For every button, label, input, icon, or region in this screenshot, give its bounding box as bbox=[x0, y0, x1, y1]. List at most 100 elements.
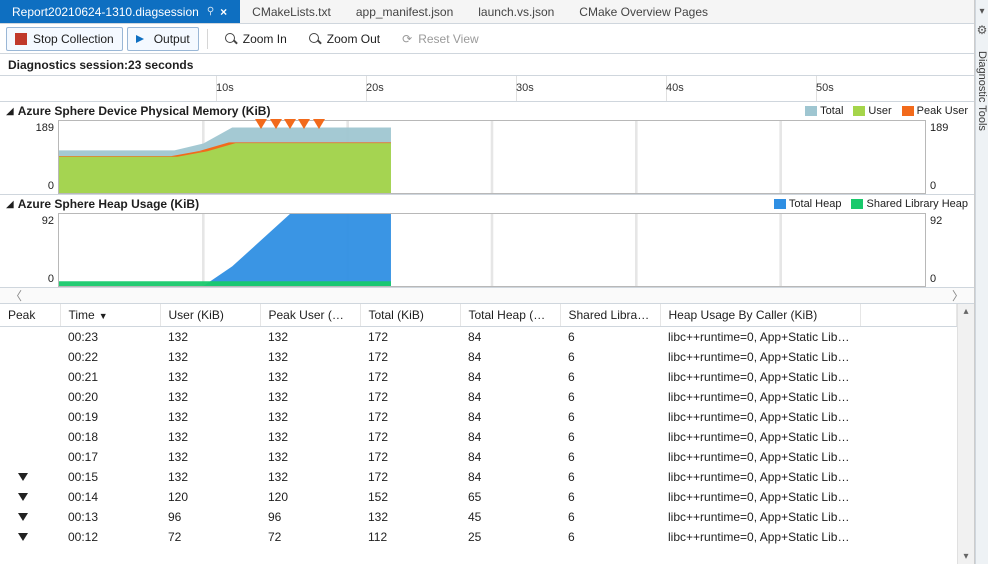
tab-label: app_manifest.json bbox=[356, 5, 453, 19]
rail-dropdown-icon[interactable]: ▾ bbox=[979, 6, 984, 17]
table-row[interactable]: 00:21132132172846libc++runtime=0, App+St… bbox=[0, 367, 957, 387]
cell-caller: libc++runtime=0, App+Static Librar… bbox=[660, 347, 860, 367]
cell-user: 96 bbox=[160, 507, 260, 527]
pin-icon[interactable]: ⚲ bbox=[207, 6, 214, 17]
zoom-out-label: Zoom Out bbox=[327, 32, 380, 46]
column-header-peak[interactable]: Peak bbox=[0, 304, 60, 327]
cell-shared: 6 bbox=[560, 387, 660, 407]
table-row[interactable]: 00:17132132172846libc++runtime=0, App+St… bbox=[0, 447, 957, 467]
reset-view-button[interactable]: ⟳ Reset View bbox=[393, 27, 488, 51]
peak-marker-icon bbox=[18, 493, 28, 501]
column-header-total_heap[interactable]: Total Heap (KiB) bbox=[460, 304, 560, 327]
output-button[interactable]: Output bbox=[127, 27, 199, 51]
cell-user: 132 bbox=[160, 367, 260, 387]
heap-chart-plot[interactable] bbox=[58, 213, 926, 287]
cell-total: 172 bbox=[360, 347, 460, 367]
cell-caller: libc++runtime=0, App+Static Librar… bbox=[660, 367, 860, 387]
timeline-tick: 50s bbox=[816, 82, 834, 94]
cell-peak bbox=[0, 427, 60, 447]
cell-total_heap: 25 bbox=[460, 527, 560, 547]
table-row[interactable]: 00:22132132172846libc++runtime=0, App+St… bbox=[0, 347, 957, 367]
cell-peak bbox=[0, 507, 60, 527]
cell-total: 172 bbox=[360, 467, 460, 487]
cell-user: 132 bbox=[160, 347, 260, 367]
cell-shared: 6 bbox=[560, 527, 660, 547]
cell-total: 132 bbox=[360, 507, 460, 527]
cell-peak bbox=[0, 327, 60, 348]
document-tab[interactable]: launch.vs.json bbox=[466, 0, 567, 23]
table-row[interactable]: 00:127272112256libc++runtime=0, App+Stat… bbox=[0, 527, 957, 547]
cell-time: 00:14 bbox=[60, 487, 160, 507]
cell-shared: 6 bbox=[560, 427, 660, 447]
legend-label: Peak User bbox=[917, 105, 968, 117]
cell-time: 00:18 bbox=[60, 427, 160, 447]
event-marker-icon[interactable] bbox=[313, 119, 325, 129]
table-row[interactable]: 00:15132132172846libc++runtime=0, App+St… bbox=[0, 467, 957, 487]
cell-time: 00:17 bbox=[60, 447, 160, 467]
timeline-ruler[interactable]: 10s20s30s40s50s bbox=[0, 76, 974, 102]
cell-total: 172 bbox=[360, 427, 460, 447]
event-marker-icon[interactable] bbox=[298, 119, 310, 129]
legend-item: User bbox=[853, 105, 891, 117]
column-header-shared[interactable]: Shared Library… bbox=[560, 304, 660, 327]
zoom-out-button[interactable]: Zoom Out bbox=[300, 27, 389, 51]
cell-time: 00:13 bbox=[60, 507, 160, 527]
status-prefix: Diagnostics session: bbox=[8, 58, 128, 72]
scroll-right-icon[interactable]: 〉 bbox=[952, 287, 964, 304]
event-marker-icon[interactable] bbox=[255, 119, 267, 129]
legend-item: Total bbox=[805, 105, 843, 117]
cell-total: 172 bbox=[360, 327, 460, 348]
document-tab[interactable]: CMake Overview Pages bbox=[567, 0, 721, 23]
event-marker-icon[interactable] bbox=[284, 119, 296, 129]
cell-caller: libc++runtime=0, App+Static Librar… bbox=[660, 487, 860, 507]
table-row[interactable]: 00:23132132172846libc++runtime=0, App+St… bbox=[0, 327, 957, 348]
stop-collection-button[interactable]: Stop Collection bbox=[6, 27, 123, 51]
document-tab[interactable]: Report20210624-1310.diagsession⚲× bbox=[0, 0, 240, 23]
cell-peak_user: 132 bbox=[260, 387, 360, 407]
document-tab[interactable]: app_manifest.json bbox=[344, 0, 466, 23]
timeline-tick: 40s bbox=[666, 82, 684, 94]
column-header-user[interactable]: User (KiB) bbox=[160, 304, 260, 327]
scroll-down-icon[interactable]: ▾ bbox=[958, 551, 974, 562]
stop-label: Stop Collection bbox=[33, 32, 114, 46]
memory-chart-plot[interactable] bbox=[58, 120, 926, 194]
table-row[interactable]: 00:14120120152656libc++runtime=0, App+St… bbox=[0, 487, 957, 507]
cell-total_heap: 84 bbox=[460, 367, 560, 387]
gear-icon[interactable]: ⚙ bbox=[977, 23, 988, 37]
timeline-scrollbar[interactable]: 〈 〉 bbox=[0, 288, 974, 304]
heap-ymin: 0 bbox=[48, 273, 54, 285]
close-icon[interactable]: × bbox=[220, 5, 227, 19]
memory-chart-title: Azure Sphere Device Physical Memory (KiB… bbox=[18, 104, 271, 118]
table-row[interactable]: 00:19132132172846libc++runtime=0, App+St… bbox=[0, 407, 957, 427]
column-header-time[interactable]: Time▼ bbox=[60, 304, 160, 327]
cell-shared: 6 bbox=[560, 367, 660, 387]
cell-peak_user: 132 bbox=[260, 427, 360, 447]
zoom-in-button[interactable]: Zoom In bbox=[216, 27, 296, 51]
table-scrollbar[interactable]: ▴ ▾ bbox=[957, 304, 974, 564]
cell-shared: 6 bbox=[560, 447, 660, 467]
column-header-total[interactable]: Total (KiB) bbox=[360, 304, 460, 327]
cell-time: 00:21 bbox=[60, 367, 160, 387]
scroll-up-icon[interactable]: ▴ bbox=[958, 306, 974, 317]
heap-ymax-r: 92 bbox=[930, 215, 942, 227]
table-row[interactable]: 00:139696132456libc++runtime=0, App+Stat… bbox=[0, 507, 957, 527]
memory-ymin-r: 0 bbox=[930, 180, 936, 192]
chart-disclosure-icon[interactable]: ◢ bbox=[6, 199, 14, 210]
heap-chart-legend: Total HeapShared Library Heap bbox=[774, 198, 968, 210]
event-marker-icon[interactable] bbox=[270, 119, 282, 129]
chart-disclosure-icon[interactable]: ◢ bbox=[6, 106, 14, 117]
heap-chart-section: ◢ Azure Sphere Heap Usage (KiB) Total He… bbox=[0, 195, 974, 288]
document-tab[interactable]: CMakeLists.txt bbox=[240, 0, 344, 23]
tab-label: launch.vs.json bbox=[478, 5, 554, 19]
cell-peak_user: 132 bbox=[260, 367, 360, 387]
reset-view-icon: ⟳ bbox=[402, 32, 412, 46]
cell-total: 112 bbox=[360, 527, 460, 547]
scroll-left-icon[interactable]: 〈 bbox=[10, 287, 22, 304]
column-header-caller[interactable]: Heap Usage By Caller (KiB) bbox=[660, 304, 860, 327]
sort-icon: ▼ bbox=[99, 311, 108, 321]
table-row[interactable]: 00:20132132172846libc++runtime=0, App+St… bbox=[0, 387, 957, 407]
legend-item: Shared Library Heap bbox=[851, 198, 968, 210]
table-row[interactable]: 00:18132132172846libc++runtime=0, App+St… bbox=[0, 427, 957, 447]
diagnostic-tools-tab[interactable]: Diagnostic Tools bbox=[976, 51, 988, 131]
column-header-peak_user[interactable]: Peak User (KiB) bbox=[260, 304, 360, 327]
